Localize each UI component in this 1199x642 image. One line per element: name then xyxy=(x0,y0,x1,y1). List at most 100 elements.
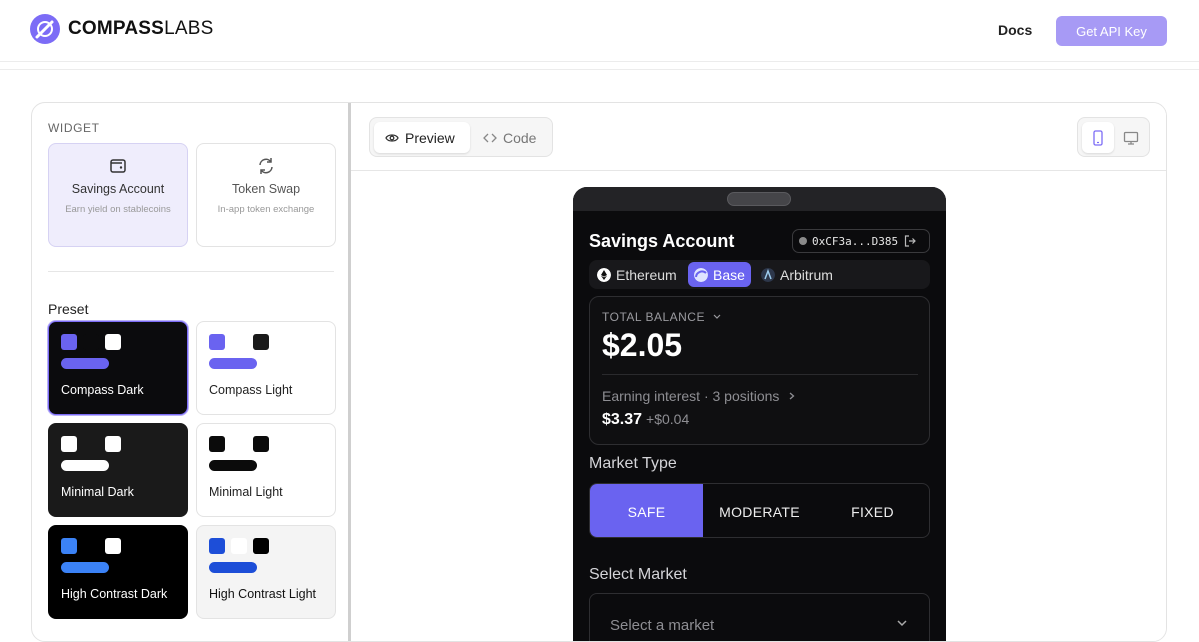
accent-bar xyxy=(209,358,257,369)
total-balance-label[interactable]: TOTAL BALANCE xyxy=(602,310,722,324)
view-tabs: Preview Code xyxy=(369,117,553,157)
phone-status-bar xyxy=(573,187,946,211)
color-swatch xyxy=(231,334,247,350)
balance-card: TOTAL BALANCE $2.05 Earning interest · 3… xyxy=(589,296,930,445)
desktop-icon xyxy=(1123,131,1139,145)
widget-section-label: WIDGET xyxy=(48,121,100,135)
preset-name: Compass Dark xyxy=(61,383,144,397)
color-swatch xyxy=(209,538,225,554)
chain-arbitrum[interactable]: Arbitrum xyxy=(755,262,839,287)
toolbar-divider xyxy=(351,170,1166,171)
color-swatch xyxy=(61,436,77,452)
preset-compass-light[interactable]: Compass Light xyxy=(196,321,336,415)
chevron-down-icon xyxy=(713,314,721,319)
chain-label: Arbitrum xyxy=(780,266,833,283)
color-swatch xyxy=(61,538,77,554)
preset-high-contrast-light[interactable]: High Contrast Light xyxy=(196,525,336,619)
tab-code[interactable]: Code xyxy=(472,122,547,153)
market-type-safe[interactable]: SAFE xyxy=(590,484,703,537)
tab-label: Preview xyxy=(405,129,455,146)
market-select-placeholder: Select a market xyxy=(610,617,715,634)
mobile-view-button[interactable] xyxy=(1082,122,1114,153)
preview-pane: Preview Code Savings Account 0xCF3a...D3… xyxy=(351,103,1166,641)
market-type-label: Market Type xyxy=(589,455,677,472)
chain-base[interactable]: Base xyxy=(688,262,751,287)
preset-name: High Contrast Light xyxy=(209,587,317,601)
brand-name: COMPASSLABS xyxy=(68,18,214,39)
widget-description: Earn yield on stablecoins xyxy=(65,204,171,215)
chain-label: Base xyxy=(713,266,745,283)
color-swatch xyxy=(105,334,121,350)
market-type-fixed[interactable]: FIXED xyxy=(816,484,929,537)
chain-selector: Ethereum Base Arbitrum xyxy=(589,260,930,289)
color-swatch xyxy=(83,436,99,452)
preset-high-contrast-dark[interactable]: High Contrast Dark xyxy=(48,525,188,619)
wallet-status-dot xyxy=(799,237,807,245)
select-market-label: Select Market xyxy=(589,566,687,583)
config-sidebar: WIDGET Savings Account Earn yield on sta… xyxy=(32,103,348,641)
widget-savings-account[interactable]: Savings Account Earn yield on stablecoin… xyxy=(48,143,188,247)
phone-frame: Savings Account 0xCF3a...D385 Ethereum B… xyxy=(573,187,946,641)
chevron-down-icon xyxy=(897,620,907,627)
preset-minimal-light[interactable]: Minimal Light xyxy=(196,423,336,517)
earning-delta: +$0.04 xyxy=(646,411,690,427)
wallet-icon xyxy=(110,159,126,173)
eye-icon xyxy=(385,133,399,142)
color-swatch xyxy=(209,436,225,452)
accent-bar xyxy=(61,562,109,573)
preset-section-label: Preset xyxy=(48,301,89,317)
wallet-button[interactable]: 0xCF3a...D385 xyxy=(792,229,930,253)
preset-compass-dark[interactable]: Compass Dark xyxy=(48,321,188,415)
logout-icon xyxy=(904,235,916,247)
color-swatch xyxy=(61,334,77,350)
chain-ethereum[interactable]: Ethereum xyxy=(591,262,683,287)
section-divider xyxy=(48,271,334,272)
desktop-view-button[interactable] xyxy=(1115,122,1147,153)
market-type-moderate[interactable]: MODERATE xyxy=(703,484,816,537)
preset-name: Minimal Light xyxy=(209,485,283,499)
color-swatch xyxy=(231,538,247,554)
device-toggle xyxy=(1077,117,1150,157)
color-swatch xyxy=(253,436,269,452)
earning-positions-link[interactable]: Earning interest · 3 positions xyxy=(602,388,797,404)
arbitrum-icon xyxy=(761,267,775,282)
playground-card: WIDGET Savings Account Earn yield on sta… xyxy=(31,102,1167,642)
earning-value: $3.37 +$0.04 xyxy=(602,411,690,428)
preset-name: High Contrast Dark xyxy=(61,587,168,601)
refresh-icon xyxy=(259,158,273,174)
wallet-address: 0xCF3a...D385 xyxy=(812,234,899,248)
docs-link[interactable]: Docs xyxy=(998,22,1032,38)
market-type-selector: SAFE MODERATE FIXED xyxy=(589,483,930,538)
color-swatch xyxy=(253,334,269,350)
base-icon xyxy=(694,267,708,282)
compass-logo-icon xyxy=(30,14,60,44)
preset-name: Compass Light xyxy=(209,383,293,397)
widget-title: Token Swap xyxy=(231,182,301,196)
total-balance-value: $2.05 xyxy=(602,327,683,363)
accent-bar xyxy=(61,460,109,471)
color-swatch xyxy=(105,436,121,452)
color-swatch xyxy=(83,538,99,554)
chevron-right-icon xyxy=(789,392,795,400)
market-select[interactable]: Select a market xyxy=(589,593,930,641)
brand-logo[interactable]: COMPASSLABS xyxy=(30,14,213,44)
accent-bar xyxy=(61,358,109,369)
preset-name: Minimal Dark xyxy=(61,485,134,499)
top-nav: COMPASSLABS Docs Get API Key xyxy=(0,0,1199,62)
color-swatch xyxy=(253,538,269,554)
tab-label: Code xyxy=(503,129,537,146)
accent-bar xyxy=(209,460,257,471)
accent-bar xyxy=(209,562,257,573)
widget-token-swap[interactable]: Token Swap In-app token exchange xyxy=(196,143,336,247)
widget-title: Savings Account xyxy=(589,231,735,251)
widget-title: Savings Account xyxy=(71,182,165,196)
phone-notch xyxy=(727,192,791,206)
get-api-key-button[interactable]: Get API Key xyxy=(1056,16,1167,46)
widget-description: In-app token exchange xyxy=(217,204,315,215)
balance-divider xyxy=(602,374,918,375)
color-swatch xyxy=(231,436,247,452)
header-divider xyxy=(0,69,1199,70)
chain-label: Ethereum xyxy=(616,266,677,283)
preset-minimal-dark[interactable]: Minimal Dark xyxy=(48,423,188,517)
tab-preview[interactable]: Preview xyxy=(374,122,470,153)
